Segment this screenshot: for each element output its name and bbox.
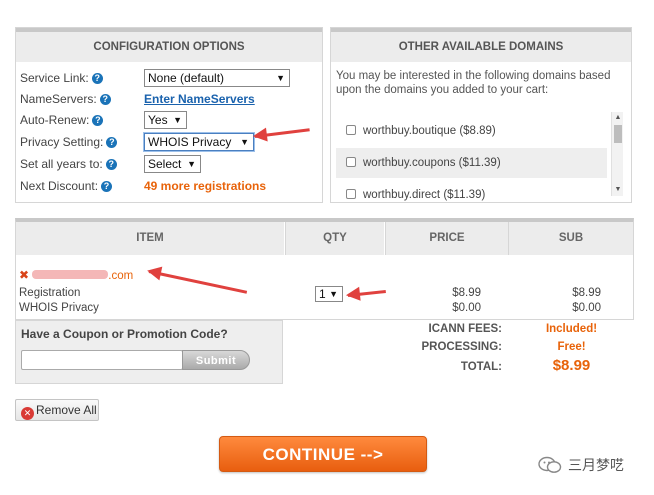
- processing-value: Free!: [557, 341, 586, 353]
- processing-label: PROCESSING:: [421, 341, 502, 353]
- domain-list-scrollbar[interactable]: ▲ ▼: [611, 112, 623, 196]
- next-discount-label: Next Discount:?: [20, 176, 113, 196]
- scroll-up-icon[interactable]: ▲: [612, 112, 624, 124]
- redacted-domain: [32, 270, 109, 279]
- item-column-header: ITEM: [16, 222, 284, 255]
- domain-checkbox[interactable]: [346, 189, 356, 199]
- sub-registration: $8.99: [572, 287, 601, 299]
- next-discount-value: 49 more registrations: [144, 179, 267, 193]
- icann-fees-value: Included!: [545, 323, 598, 335]
- cart-table: ITEM QTY PRICE SUB ✖ .com Registration W…: [15, 218, 634, 320]
- scrollbar-thumb[interactable]: [614, 125, 622, 143]
- chevron-down-icon: ▼: [240, 137, 249, 147]
- remove-icon: ✕: [21, 407, 34, 420]
- qty-column-header: QTY: [285, 222, 384, 255]
- privacy-setting-select[interactable]: WHOIS Privacy ▼: [144, 133, 254, 151]
- coupon-code-input[interactable]: [21, 350, 183, 370]
- privacy-setting-label: Privacy Setting:?: [20, 132, 118, 152]
- domain-list-item[interactable]: worthbuy.coupons ($11.39): [336, 148, 607, 178]
- nameservers-label: NameServers:?: [20, 89, 111, 109]
- remove-item-icon[interactable]: ✖: [19, 268, 29, 282]
- chevron-down-icon: ▼: [173, 115, 182, 125]
- other-domains-title: OTHER AVAILABLE DOMAINS: [331, 28, 631, 62]
- help-icon[interactable]: ?: [92, 115, 104, 126]
- sub-column-header: SUB: [508, 222, 633, 255]
- service-link-select[interactable]: None (default) ▼: [144, 69, 290, 87]
- cart-domain-name: ✖ .com: [19, 268, 134, 282]
- scroll-down-icon[interactable]: ▼: [612, 184, 624, 196]
- help-icon[interactable]: ?: [106, 137, 118, 148]
- other-domains-intro: You may be interested in the following d…: [336, 70, 611, 96]
- auto-renew-select[interactable]: Yes ▼: [144, 111, 187, 129]
- price-registration: $8.99: [452, 287, 481, 299]
- chevron-down-icon: ▼: [187, 159, 196, 169]
- price-whois: $0.00: [452, 302, 481, 314]
- total-value: $8.99: [552, 357, 591, 374]
- coupon-submit-button[interactable]: Submit: [182, 350, 250, 370]
- domain-list: worthbuy.boutique ($8.89) worthbuy.coupo…: [331, 112, 631, 204]
- cart-line-registration: Registration: [19, 287, 81, 299]
- cart-line-whois: WHOIS Privacy: [19, 302, 99, 314]
- qty-select[interactable]: 1 ▼: [315, 286, 343, 302]
- wechat-watermark: 三月梦呓: [538, 454, 624, 476]
- domain-list-item[interactable]: worthbuy.direct ($11.39): [336, 180, 607, 204]
- service-link-label: Service Link:?: [20, 68, 103, 88]
- coupon-box: Have a Coupon or Promotion Code? Submit: [15, 320, 283, 384]
- domain-list-item[interactable]: worthbuy.boutique ($8.89): [336, 116, 607, 146]
- help-icon[interactable]: ?: [105, 159, 117, 170]
- configuration-options-title: CONFIGURATION OPTIONS: [16, 28, 322, 62]
- help-icon[interactable]: ?: [101, 181, 113, 192]
- configuration-options-panel: CONFIGURATION OPTIONS Service Link:? Non…: [15, 27, 323, 203]
- chevron-down-icon: ▼: [329, 289, 338, 299]
- remove-all-button[interactable]: ✕ Remove All: [15, 399, 99, 421]
- all-years-label: Set all years to:?: [20, 154, 117, 174]
- all-years-select[interactable]: Select ▼: [144, 155, 201, 173]
- auto-renew-label: Auto-Renew:?: [20, 110, 104, 130]
- help-icon[interactable]: ?: [91, 73, 103, 84]
- total-label: TOTAL:: [460, 361, 502, 373]
- other-domains-panel: OTHER AVAILABLE DOMAINS You may be inter…: [330, 27, 632, 203]
- help-icon[interactable]: ?: [99, 94, 111, 105]
- enter-nameservers-link[interactable]: Enter NameServers: [144, 89, 255, 109]
- continue-button[interactable]: CONTINUE -->: [219, 436, 427, 472]
- domain-checkbox[interactable]: [346, 157, 356, 167]
- price-column-header: PRICE: [385, 222, 508, 255]
- icann-fees-label: ICANN FEES:: [428, 323, 502, 335]
- sub-whois: $0.00: [572, 302, 601, 314]
- domain-checkbox[interactable]: [346, 125, 356, 135]
- coupon-title: Have a Coupon or Promotion Code?: [21, 327, 228, 341]
- chevron-down-icon: ▼: [276, 73, 285, 83]
- wechat-icon: [538, 456, 562, 474]
